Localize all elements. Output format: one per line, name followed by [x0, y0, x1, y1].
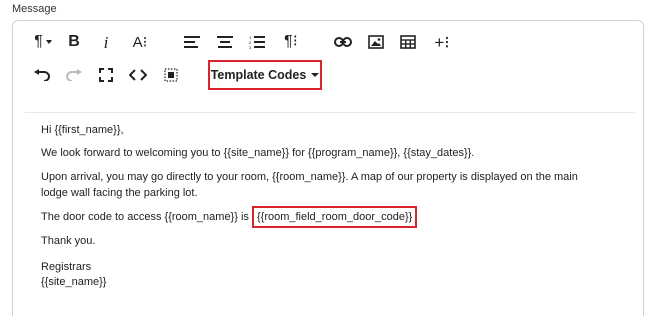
code-view-icon[interactable] — [125, 62, 151, 88]
select-all-icon[interactable] — [158, 62, 184, 88]
align-left-icon[interactable] — [179, 29, 205, 55]
font-size-icon[interactable]: A⁝ — [125, 29, 155, 55]
paragraph-style-icon[interactable]: ¶⁝ — [276, 29, 306, 55]
undo-icon[interactable] — [29, 62, 55, 88]
bold-icon[interactable]: B — [61, 29, 87, 55]
chevron-down-icon — [311, 73, 320, 77]
signoff-line: Registrars — [41, 261, 92, 273]
align-center-icon[interactable] — [212, 29, 238, 55]
link-icon[interactable] — [330, 29, 356, 55]
template-codes-label: Template Codes — [210, 68, 307, 82]
image-icon[interactable] — [363, 29, 389, 55]
fullscreen-icon[interactable] — [93, 62, 119, 88]
redo-icon[interactable] — [61, 62, 87, 88]
door-code-line: The door code to access {{room_name}} is… — [41, 206, 621, 228]
template-codes-button[interactable]: Template Codes — [208, 60, 322, 90]
welcome-line: We look forward to welcoming you to {{si… — [41, 147, 475, 159]
arrival-paragraph: Upon arrival, you may go directly to you… — [41, 171, 578, 199]
toolbar-divider — [25, 112, 635, 113]
field-label: Message — [12, 3, 57, 15]
svg-text:3: 3 — [249, 45, 252, 49]
greeting-line: Hi {{first_name}}, — [41, 124, 124, 136]
door-code-prefix: The door code to access {{room_name}} is — [41, 211, 252, 223]
ordered-list-icon[interactable]: 123 — [244, 29, 270, 55]
rich-text-editor[interactable]: ¶ B i A⁝ 123 ¶⁝ +⁝ Template Codes Hi {{f… — [12, 20, 644, 316]
paragraph-format-icon[interactable]: ¶ — [27, 29, 59, 55]
table-icon[interactable] — [395, 29, 421, 55]
italic-icon[interactable]: i — [93, 29, 119, 55]
signature-line: {{site_name}} — [41, 276, 107, 288]
door-code-template-highlight: {{room_field_room_door_code}} — [251, 206, 418, 228]
more-icon[interactable]: +⁝ — [427, 29, 457, 55]
thanks-line: Thank you. — [41, 235, 96, 247]
